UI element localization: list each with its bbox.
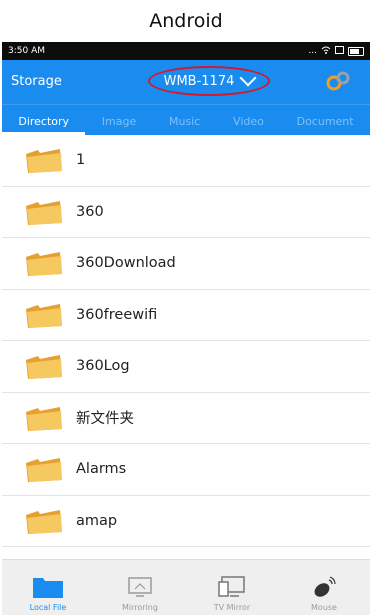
device-selector[interactable]: WMB-1174 (148, 66, 270, 96)
file-name: 360 (76, 203, 104, 220)
folder-icon (26, 303, 62, 328)
list-item[interactable]: 新文件夹 (2, 393, 370, 444)
phone-screen: 3:50 AM ... Storage WMB-1174 Directory I… (2, 42, 370, 615)
tab-video[interactable]: Video (217, 115, 281, 135)
tab-image[interactable]: Image (85, 115, 152, 135)
tab-music[interactable]: Music (153, 115, 217, 135)
folder-icon (26, 406, 62, 431)
list-item[interactable]: 360Log (2, 341, 370, 393)
link-icon[interactable] (324, 70, 352, 92)
caption-label: Android (149, 10, 223, 32)
list-item[interactable]: 360 (2, 187, 370, 238)
list-item[interactable]: amap (2, 496, 370, 547)
file-name: amap (76, 512, 118, 529)
file-name: 360freewifi (76, 306, 158, 323)
tab-directory[interactable]: Directory (2, 115, 86, 135)
screen-mirror-icon (128, 577, 152, 597)
tab-document[interactable]: Document (280, 115, 370, 135)
file-list: 1 360 360Download 360freewifi 360Log 新文件… (2, 135, 370, 547)
tv-mirror-icon (218, 576, 245, 597)
battery-icon (348, 46, 364, 56)
folder-icon (26, 252, 62, 277)
file-name: 360Download (76, 255, 176, 272)
list-item[interactable]: Alarms (2, 444, 370, 496)
nav-local-file[interactable]: Local File (2, 560, 94, 615)
bottom-nav: Local File Mirroring TV Mirror Mouse (2, 559, 370, 615)
signal-dots: ... (308, 46, 317, 56)
nav-label: TV Mirror (213, 603, 251, 612)
device-name: WMB-1174 (163, 73, 235, 89)
list-item[interactable]: 360freewifi (2, 290, 370, 341)
folder-icon (26, 355, 62, 380)
file-name: 1 (76, 152, 86, 169)
folder-icon (26, 149, 62, 174)
folder-icon (26, 200, 62, 225)
nav-tv-mirror[interactable]: TV Mirror (186, 560, 278, 615)
status-bar: 3:50 AM ... (2, 42, 370, 60)
sim-icon (335, 45, 344, 57)
wifi-icon (321, 46, 331, 57)
file-name: 新文件夹 (76, 411, 134, 428)
storage-label[interactable]: Storage (11, 74, 62, 89)
file-name: Alarms (76, 461, 127, 478)
nav-label: Mirroring (122, 603, 158, 612)
nav-mouse[interactable]: Mouse (278, 560, 370, 615)
nav-mirroring[interactable]: Mirroring (94, 560, 186, 615)
list-item[interactable]: 1 (2, 135, 370, 187)
nav-label: Local File (29, 603, 67, 612)
nav-label: Mouse (311, 603, 337, 612)
folder-icon (26, 509, 62, 534)
top-bar: Storage WMB-1174 (2, 60, 370, 104)
status-time: 3:50 AM (8, 46, 45, 56)
folder-icon (26, 458, 62, 483)
category-tabs: Directory Image Music Video Document (2, 104, 370, 135)
mouse-icon (314, 576, 336, 597)
status-icons: ... (308, 45, 364, 57)
list-item[interactable]: 360Download (2, 238, 370, 290)
folder-icon (33, 578, 63, 598)
chevron-down-icon (239, 69, 257, 87)
file-name: 360Log (76, 358, 130, 375)
